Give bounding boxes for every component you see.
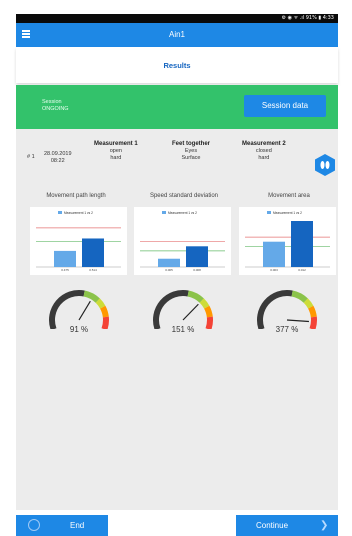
gauge-arc xyxy=(257,290,293,331)
session-label: Session xyxy=(42,99,62,105)
gauge-2: 151 % xyxy=(150,285,216,341)
chart-title: Movement path length xyxy=(46,193,106,199)
feet-icon[interactable] xyxy=(313,153,337,177)
measurement-time: 08:22 xyxy=(50,158,65,164)
continue-label: Continue xyxy=(256,521,289,530)
column-header: Measurement 2 xyxy=(242,141,286,147)
status-bar-text: ⚙ ◉ ᯤ .ıl 91% ▮ 4:33 xyxy=(281,15,334,21)
gauge-dial xyxy=(153,290,213,331)
app-bar: Ain1 xyxy=(16,23,338,47)
app-title: Ain1 xyxy=(168,30,185,39)
gauge-arc xyxy=(83,290,100,303)
column-line: closed xyxy=(255,148,272,154)
measurement-1-column: Measurement 1 open hard xyxy=(94,141,138,162)
gauge-arc xyxy=(187,290,204,303)
chart-bar xyxy=(82,238,104,267)
legend-swatch xyxy=(58,211,62,214)
main-content: Session ONGOING Session data # 1 28.09.2… xyxy=(16,85,338,510)
tick-label: 0.012 xyxy=(298,268,306,272)
measurement-number: # 1 xyxy=(27,154,35,160)
legend-label: Measurement 1 vs 2 xyxy=(168,211,197,215)
tick-label: 0.475 xyxy=(61,268,69,272)
gauge-value: 377 % xyxy=(275,325,299,334)
gauge-dial xyxy=(49,290,109,331)
column-line: hard xyxy=(110,155,122,161)
chart-movement-area: Measurement 1 vs 2 0.003 0.012 xyxy=(239,207,336,275)
gauge-3: 377 % xyxy=(254,285,320,341)
chevron-right-icon: ❯ xyxy=(320,520,329,531)
status-bar: ⚙ ◉ ᯤ .ıl 91% ▮ 4:33 xyxy=(16,14,338,23)
gauge-arc xyxy=(49,290,85,331)
tick-label: 0.514 xyxy=(89,268,97,272)
tick-label: 0.003 xyxy=(270,268,278,272)
gauge-value: 91 % xyxy=(69,325,89,334)
gauge-arc xyxy=(100,305,109,318)
column-line: open xyxy=(109,148,122,154)
session-data-button[interactable]: Session data xyxy=(244,95,326,117)
legend-label: Measurement 1 vs 2 xyxy=(64,211,93,215)
chart-speed-std-deviation: Measurement 1 vs 2 0.005 0.008 xyxy=(134,207,231,275)
gauge-arc xyxy=(291,290,308,303)
end-button[interactable]: End xyxy=(16,515,108,536)
gauge-arc xyxy=(199,298,210,309)
measurement-date: 28.09.2019 xyxy=(44,151,72,157)
measurement-datetime: 28.09.2019 08:22 xyxy=(44,151,72,165)
gauge-arc xyxy=(95,298,106,309)
column-line: Eyes xyxy=(184,148,198,154)
column-header: Feet together xyxy=(172,141,211,147)
column-line: hard xyxy=(258,155,270,161)
measurement-2-column: Measurement 2 closed hard xyxy=(242,141,286,162)
tick-label: 0.005 xyxy=(165,268,173,272)
measurement-row: # 1 28.09.2019 08:22 Measurement 1 open … xyxy=(16,141,338,181)
column-line: Surface xyxy=(181,155,201,161)
gauge-needle xyxy=(78,300,91,321)
chart-title: Movement area xyxy=(268,193,310,199)
gauge-needle xyxy=(286,319,309,323)
chart-bar xyxy=(158,258,180,267)
legend-label: Measurement 1 vs 2 xyxy=(273,211,302,215)
tick-label: 0.008 xyxy=(193,268,201,272)
legend-swatch xyxy=(267,211,271,214)
gauge-arc xyxy=(308,305,317,318)
record-circle-icon xyxy=(28,519,40,531)
legend-swatch xyxy=(162,211,166,214)
bottom-bar: End Continue ❯ xyxy=(16,511,338,536)
continue-button[interactable]: Continue ❯ xyxy=(236,515,338,536)
session-status: Session ONGOING xyxy=(42,99,69,113)
gauge-1: 91 % xyxy=(46,285,112,341)
chart-title: Speed standard deviation xyxy=(149,193,219,199)
chart-bar xyxy=(291,221,313,267)
chart-bar xyxy=(54,250,76,267)
gauge-needle xyxy=(182,303,199,321)
feet-together-column: Feet together Eyes Surface xyxy=(172,141,210,162)
gauge-value: 151 % xyxy=(171,325,195,334)
gauge-dial xyxy=(257,290,317,331)
chart-bar xyxy=(186,246,208,267)
gauge-arc xyxy=(303,298,314,309)
session-banner: Session ONGOING Session data xyxy=(16,85,338,129)
session-state: ONGOING xyxy=(42,106,69,112)
gauge-arc xyxy=(204,305,213,318)
column-header: Measurement 1 xyxy=(94,141,138,147)
page-title: Results xyxy=(16,47,338,83)
end-label: End xyxy=(70,521,85,530)
gauge-arc xyxy=(153,290,189,331)
chart-movement-path-length: Measurement 1 vs 2 0.475 0.514 xyxy=(30,207,127,275)
chart-bar xyxy=(263,241,285,267)
